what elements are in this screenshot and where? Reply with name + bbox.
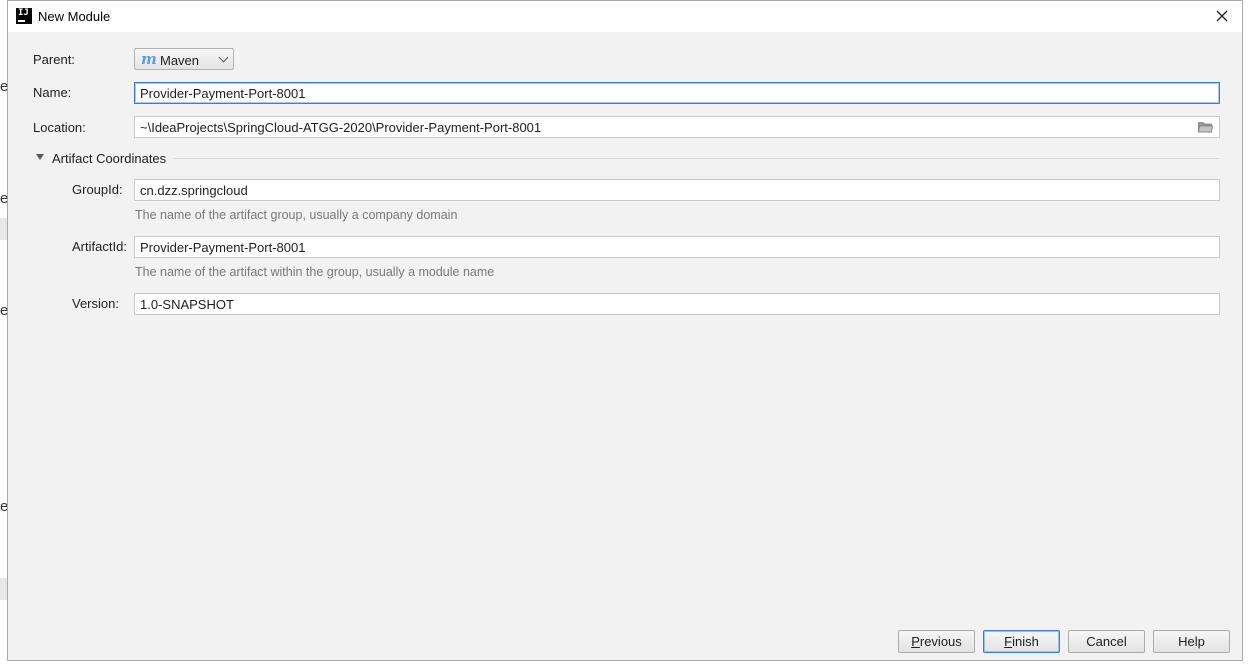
finish-label: inish: [1012, 634, 1039, 649]
finish-button[interactable]: Finish: [983, 630, 1060, 653]
artifact-id-input[interactable]: [134, 236, 1220, 258]
previous-label: revious: [919, 634, 962, 649]
location-field[interactable]: [134, 116, 1220, 138]
finish-mnemonic: F: [1004, 634, 1013, 649]
parent-select[interactable]: m Maven: [134, 48, 234, 70]
artifact-id-label: ArtifactId:: [72, 239, 127, 254]
previous-button[interactable]: Previous: [898, 630, 975, 653]
chevron-down-icon: [218, 52, 229, 63]
previous-mnemonic: P: [911, 634, 920, 649]
location-label: Location:: [33, 120, 86, 135]
help-button[interactable]: Help: [1153, 630, 1230, 653]
name-label: Name:: [33, 85, 72, 100]
close-icon: [1216, 10, 1228, 22]
group-id-input[interactable]: [134, 179, 1220, 201]
location-input[interactable]: [135, 117, 1195, 137]
folder-icon[interactable]: [1198, 121, 1213, 133]
parent-label: Parent:: [33, 52, 75, 67]
name-input[interactable]: [134, 82, 1220, 104]
version-input[interactable]: [134, 293, 1220, 315]
maven-icon: m: [141, 50, 157, 68]
triangle-down-icon[interactable]: [36, 154, 44, 160]
title-bar: IJ New Module: [8, 1, 1242, 32]
version-label: Version:: [72, 296, 119, 311]
intellij-idea-icon: IJ: [16, 8, 32, 24]
cancel-button[interactable]: Cancel: [1068, 630, 1145, 653]
group-id-label: GroupId:: [72, 182, 123, 197]
group-id-hint: The name of the artifact group, usually …: [135, 208, 458, 222]
new-module-dialog: IJ New Module Parent: m Maven Name: Loca…: [7, 0, 1243, 661]
section-divider: [174, 158, 1219, 159]
artifact-id-hint: The name of the artifact within the grou…: [135, 265, 495, 279]
parent-value: Maven: [160, 53, 200, 68]
window-title: New Module: [38, 9, 111, 24]
close-button[interactable]: [1212, 6, 1232, 26]
artifact-coordinates-title[interactable]: Artifact Coordinates: [52, 151, 166, 166]
